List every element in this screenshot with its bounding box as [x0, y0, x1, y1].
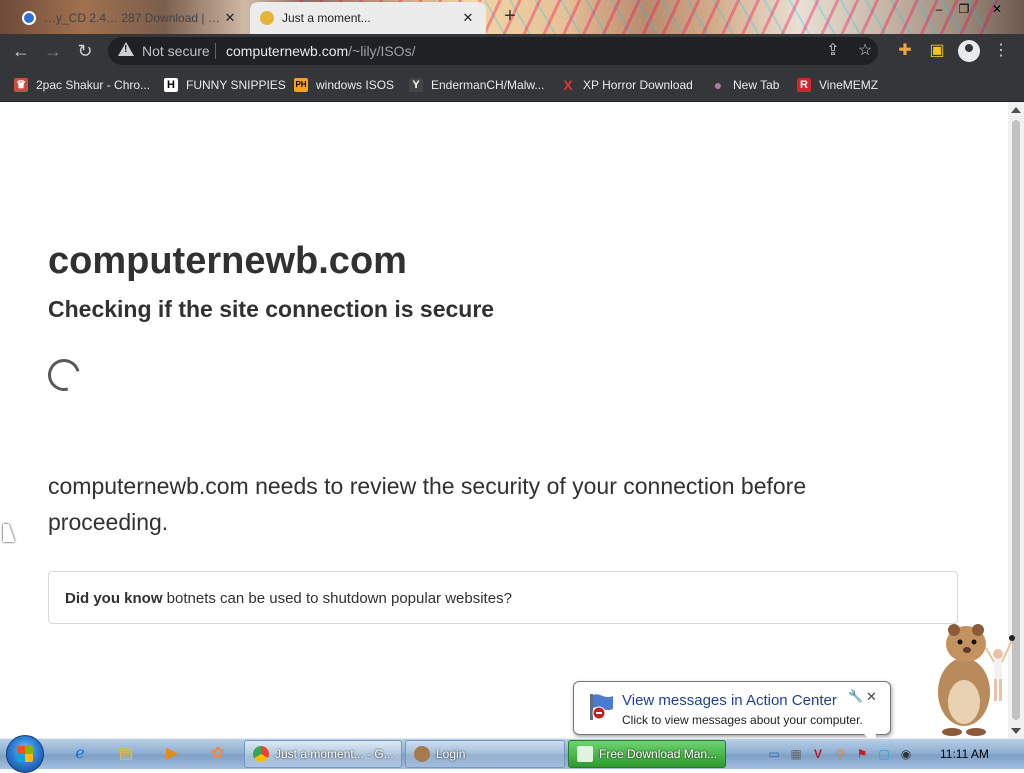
ph-icon: PH [294, 78, 308, 92]
back-arrow-icon[interactable]: ← [10, 41, 32, 63]
action-center-flag-icon[interactable]: ⚑ [854, 746, 870, 762]
tab-download[interactable]: …y_CD 2.4… 287 Download | … ✕ [12, 2, 248, 34]
tip-text: botnets can be used to shutdown popular … [166, 590, 512, 607]
hamster-icon [414, 746, 430, 762]
warning-icon[interactable] [118, 42, 134, 56]
bookmark-new-tab[interactable]: ● New Tab [711, 76, 780, 94]
url-path: /~lily/ISOs/ [348, 43, 416, 59]
share-icon[interactable]: ⇪ [822, 40, 844, 62]
did-you-know-box: Did you know botnets can be used to shut… [48, 571, 958, 624]
bookmark-label: New Tab [733, 78, 780, 92]
download-manager-icon [577, 746, 593, 762]
tab-just-a-moment[interactable]: Just a moment... ✕ [250, 2, 486, 34]
paint-icon[interactable]: ✿ [198, 742, 238, 766]
minimize-button[interactable]: – [928, 0, 950, 18]
close-tab-icon[interactable]: ✕ [460, 10, 476, 26]
new-tab-button[interactable]: + [500, 6, 520, 26]
bookmark-windows-isos[interactable]: PH windows ISOS [294, 76, 394, 94]
bookmark-vinememz[interactable]: R VineMEMZ [797, 76, 878, 94]
tab-favicon [260, 11, 274, 25]
close-tab-icon[interactable]: ✕ [222, 10, 238, 26]
tab-title: Just a moment... [282, 11, 371, 25]
reload-icon[interactable]: ↻ [74, 41, 96, 63]
volume-icon[interactable]: ◉ [898, 746, 914, 762]
tab-title: …y_CD 2.4… 287 Download | … [44, 11, 220, 25]
bookmark-label: VineMEMZ [819, 78, 879, 92]
network-icon[interactable]: ▭ [766, 746, 782, 762]
bookmark-label: XP Horror Download [583, 78, 693, 92]
globe-icon: ● [713, 77, 723, 93]
loading-spinner-icon [42, 353, 86, 397]
media-player-icon[interactable]: ▶ [152, 742, 192, 766]
action-center-notification[interactable]: View messages in Action Center Click to … [573, 681, 891, 744]
site-title: computernewb.com [48, 240, 407, 282]
task-label: Login [436, 747, 466, 761]
task-label: Free Download Man... [599, 747, 718, 761]
taskbar-task-login[interactable]: Login [405, 740, 565, 768]
browser-tab-strip: …y_CD 2.4… 287 Download | … ✕ Just a mom… [0, 0, 1024, 34]
chrome-icon [253, 746, 269, 762]
bookmark-2pac[interactable]: ♛ 2pac Shakur - Chro... [14, 76, 150, 94]
url-text[interactable]: computernewb.com/~lily/ISOs/ [226, 43, 415, 59]
close-window-button[interactable]: ✕ [986, 0, 1008, 18]
h-icon: H [164, 78, 178, 92]
url-host: computernewb.com [226, 43, 349, 59]
notification-subtitle: Click to view messages about your comput… [622, 713, 863, 727]
taskbar-task-chrome[interactable]: Just a moment... - G... [244, 740, 402, 768]
page-subtitle: Checking if the site connection is secur… [48, 296, 495, 322]
review-message: computernewb.com needs to review the sec… [48, 473, 807, 535]
notification-title[interactable]: View messages in Action Center [622, 692, 837, 709]
x-icon: X [563, 77, 573, 93]
bookmarks-bar: ♛ 2pac Shakur - Chro... H FUNNY SNIPPIES… [0, 68, 1024, 102]
bookmark-label: FUNNY SNIPPIES [186, 78, 286, 92]
tip-heading: Did you know [65, 590, 163, 607]
bookmark-label: 2pac Shakur - Chro... [36, 78, 151, 92]
restore-button[interactable]: ❐ [953, 0, 975, 18]
yp-icon: Y [409, 78, 423, 92]
windows-taskbar: ℯ ▤ ▶ ✿ Just a moment... - G... Login Fr… [0, 735, 1024, 773]
action-center-flag-icon [590, 694, 613, 720]
r-icon: R [797, 78, 811, 92]
internet-explorer-icon[interactable]: ℯ [60, 742, 100, 766]
tray-app-icon[interactable]: ▦ [788, 746, 804, 762]
bookmark-funny-snippies[interactable]: H FUNNY SNIPPIES [164, 76, 286, 94]
taskbar-task-free-download-manager[interactable]: Free Download Man... [568, 740, 726, 768]
start-button[interactable] [6, 735, 44, 773]
address-bar[interactable]: Not secure computernewb.com/~lily/ISOs/ … [108, 37, 878, 65]
tab-favicon [22, 11, 36, 25]
bookmark-label: windows ISOS [316, 78, 395, 92]
security-status[interactable]: Not secure [142, 43, 210, 59]
menu-kebab-icon[interactable]: ⋮ [990, 40, 1012, 62]
side-panel-icon[interactable]: ▣ [926, 40, 948, 62]
system-tray: ▭ ▦ V ⚲ ⚑ ▢ ◉ [766, 740, 914, 768]
mouse-cursor-icon [3, 524, 15, 542]
extensions-puzzle-icon[interactable]: ✚ [894, 40, 916, 62]
forward-arrow-icon[interactable]: → [42, 41, 64, 63]
search-tool-icon[interactable]: ⚲ [832, 746, 848, 762]
bookmark-star-icon[interactable]: ☆ [854, 40, 876, 62]
divider [215, 43, 216, 59]
person-icon: ♛ [14, 78, 28, 92]
browser-toolbar: ← → ↻ Not secure computernewb.com/~lily/… [0, 34, 1024, 68]
bookmark-label: EndermanCH/Malw... [431, 78, 545, 92]
scroll-up-arrow-icon[interactable] [1011, 107, 1021, 113]
file-explorer-icon[interactable]: ▤ [106, 742, 146, 766]
close-notification-icon[interactable]: ✕ [866, 689, 877, 705]
page-content: computernewb.com Checking if the site co… [0, 102, 1008, 738]
display-icon[interactable]: ▢ [876, 746, 892, 762]
profile-avatar-icon[interactable] [958, 40, 980, 62]
windows-logo-icon [17, 746, 33, 762]
bookmark-xp-horror[interactable]: X XP Horror Download [561, 76, 693, 94]
bookmark-endermanch[interactable]: Y EndermanCH/Malw... [409, 76, 544, 94]
desktop-pet-hamster-icon[interactable] [924, 614, 1020, 738]
wrench-icon[interactable]: 🔧 [848, 689, 863, 703]
clock[interactable]: 11:11 AM [940, 747, 989, 761]
task-label: Just a moment... - G... [275, 747, 394, 761]
v-app-icon[interactable]: V [810, 746, 826, 762]
